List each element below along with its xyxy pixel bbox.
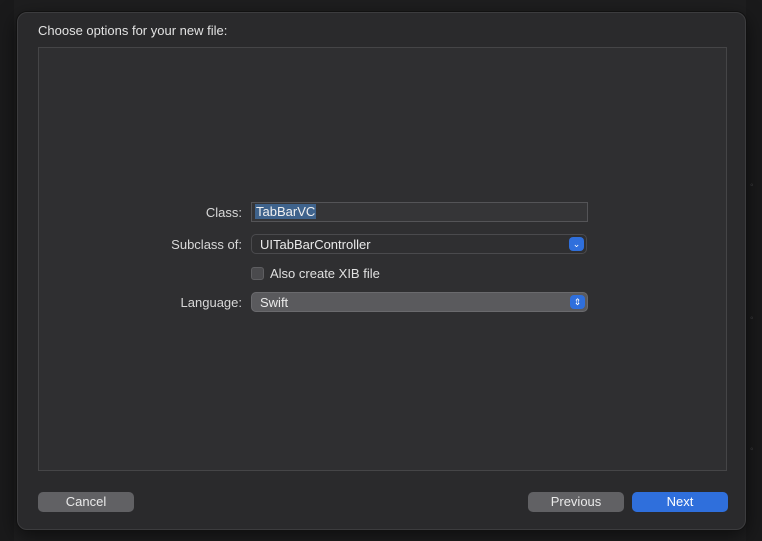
next-button[interactable]: Next [632, 492, 728, 512]
previous-button[interactable]: Previous [528, 492, 624, 512]
chevron-down-icon: ⌄ [569, 237, 584, 251]
up-down-chevron-icon: ⇕ [570, 295, 585, 309]
language-value: Swift [260, 295, 289, 310]
class-name-value: TabBarVC [255, 204, 317, 219]
background-right-edge [746, 0, 762, 541]
new-file-options-sheet: Choose options for your new file: Class:… [17, 12, 746, 530]
background-glyph: ◦ [750, 444, 754, 455]
class-name-field[interactable]: TabBarVC [251, 202, 588, 222]
class-label: Class: [205, 205, 242, 220]
subclass-label: Subclass of: [171, 237, 242, 252]
language-label: Language: [180, 295, 242, 310]
background-glyph: ◦ [750, 180, 754, 191]
cancel-button[interactable]: Cancel [38, 492, 134, 512]
xib-checkbox[interactable] [251, 267, 264, 280]
options-panel [38, 47, 727, 471]
subclass-popup[interactable]: UITabBarController ⌄ [251, 234, 587, 254]
background-left-edge [0, 0, 14, 541]
sheet-title: Choose options for your new file: [38, 23, 228, 38]
language-popup[interactable]: Swift ⇕ [251, 292, 588, 312]
background-glyph: ◦ [750, 313, 754, 324]
subclass-value: UITabBarController [260, 237, 371, 252]
xib-checkbox-label: Also create XIB file [270, 266, 380, 281]
